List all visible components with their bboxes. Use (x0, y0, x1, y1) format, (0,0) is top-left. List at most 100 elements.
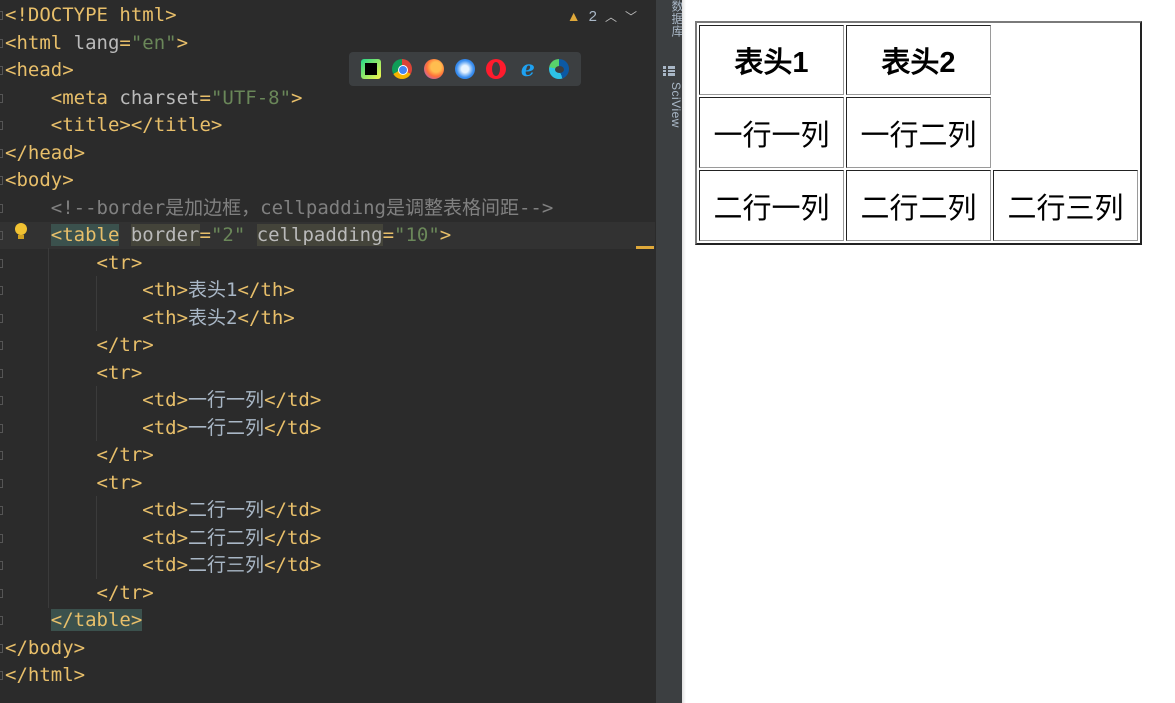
code-token: <td> (142, 554, 189, 576)
fold-marker[interactable] (0, 38, 3, 48)
fold-marker[interactable] (0, 451, 3, 460)
table-row: 表头1 表头2 (699, 25, 1138, 95)
code-line[interactable]: <!DOCTYPE html> (0, 2, 655, 29)
opera-icon[interactable] (486, 59, 507, 79)
code-text: <meta charset="UTF-8"> (5, 85, 303, 112)
code-line[interactable]: <tr> (0, 360, 655, 387)
fold-marker[interactable] (0, 176, 3, 185)
code-text: <!DOCTYPE html> (5, 2, 177, 29)
code-editor[interactable]: <!DOCTYPE html> <html lang="en"> <head> <m… (0, 0, 655, 703)
code-line[interactable]: <table border="2" cellpadding="10"> (0, 222, 655, 249)
fold-marker[interactable] (0, 121, 3, 130)
code-token: </td> (264, 554, 322, 576)
code-text: <td>二行三列</td> (5, 552, 321, 579)
edge-icon[interactable] (549, 59, 570, 79)
code-token: <title></title> (50, 114, 223, 136)
code-token: 表头1 (188, 279, 238, 301)
fold-marker[interactable] (0, 561, 3, 570)
code-line[interactable]: <th>表头2</th> (0, 305, 655, 332)
table-cell: 一行一列 (699, 97, 844, 168)
sciview-icon[interactable] (663, 66, 675, 76)
code-line[interactable]: </table> (0, 607, 655, 634)
fold-marker[interactable] (0, 671, 3, 680)
code-text: </body> (5, 635, 85, 662)
code-line[interactable]: <td>一行二列</td> (0, 415, 655, 442)
fold-marker[interactable] (0, 66, 3, 75)
table-cell: 二行二列 (846, 170, 991, 241)
fold-marker[interactable] (0, 396, 3, 405)
inspection-widget[interactable]: ▲ 2 ︿ ﹀ (567, 6, 637, 26)
code-token: = (199, 224, 211, 246)
fold-marker[interactable] (0, 506, 3, 515)
code-line[interactable]: <body> (0, 167, 655, 194)
chrome-icon[interactable] (392, 59, 413, 79)
right-tool-strip: 数据库 SciView (655, 0, 684, 703)
panel-shadow (682, 0, 686, 703)
code-line[interactable]: <meta charset="UTF-8"> (0, 85, 655, 112)
code-line[interactable]: </head> (0, 140, 655, 167)
code-text: <td>一行一列</td> (5, 387, 321, 414)
fold-marker[interactable] (0, 203, 3, 213)
ie-icon[interactable]: e (518, 58, 538, 80)
code-line[interactable]: </html> (0, 662, 655, 689)
code-line[interactable]: </tr> (0, 580, 655, 607)
code-token: = (382, 224, 395, 246)
fold-marker[interactable] (0, 258, 3, 268)
fold-marker[interactable] (0, 533, 3, 543)
code-line[interactable]: </tr> (0, 332, 655, 359)
code-token: <tr> (96, 251, 143, 274)
fold-marker[interactable] (0, 341, 3, 350)
fold-marker[interactable] (0, 11, 3, 20)
code-token: </tr> (96, 334, 154, 356)
fold-marker[interactable] (0, 588, 3, 598)
warning-icon[interactable]: ▲ (567, 8, 581, 24)
fold-marker[interactable] (0, 313, 3, 323)
lightbulb-icon[interactable] (15, 223, 27, 239)
code-token: <td> (142, 389, 189, 411)
warning-count[interactable]: 2 (589, 8, 597, 25)
code-token: </html> (5, 664, 86, 686)
code-token: <th> (142, 279, 189, 301)
code-token: <table (50, 224, 120, 246)
code-line[interactable]: <tr> (0, 470, 655, 497)
chevron-up-icon[interactable]: ︿ (605, 8, 617, 25)
fold-marker[interactable] (0, 423, 3, 433)
code-line[interactable]: <tr> (0, 250, 655, 277)
code-line[interactable]: </body> (0, 635, 655, 662)
code-line[interactable]: <td>二行三列</td> (0, 552, 655, 579)
fold-marker[interactable] (0, 616, 3, 625)
firefox-icon[interactable] (423, 59, 444, 79)
code-line[interactable]: <td>二行二列</td> (0, 525, 655, 552)
code-line[interactable]: <td>二行一列</td> (0, 497, 655, 524)
code-token: lang (73, 31, 120, 54)
code-line[interactable]: <th>表头1</th> (0, 277, 655, 304)
code-token: <tr> (96, 471, 143, 494)
code-text: <tr> (5, 250, 143, 277)
chevron-down-icon[interactable]: ﹀ (625, 8, 637, 25)
code-text: <head> (5, 57, 74, 84)
safari-icon[interactable] (454, 59, 475, 79)
code-token: <html (5, 31, 74, 54)
code-token: <th> (142, 306, 189, 329)
fold-marker[interactable] (0, 368, 3, 378)
sciview-tab[interactable]: SciView (669, 82, 683, 128)
fold-marker[interactable] (0, 478, 3, 488)
code-token: <!--border是加边框，cellpadding是调整表格间距--> (50, 196, 554, 219)
code-line[interactable]: <td>一行一列</td> (0, 387, 655, 414)
code-line[interactable]: <title></title> (0, 112, 655, 139)
code-line[interactable]: <!--border是加边框，cellpadding是调整表格间距--> (0, 195, 655, 222)
pycharm-icon[interactable] (360, 59, 381, 79)
fold-marker[interactable] (0, 93, 3, 103)
fold-marker[interactable] (0, 231, 3, 240)
fold-marker[interactable] (0, 148, 3, 158)
code-line[interactable]: </tr> (0, 442, 655, 469)
fold-marker[interactable] (0, 286, 3, 295)
fold-marker[interactable] (0, 643, 3, 653)
code-text: <!--border是加边框，cellpadding是调整表格间距--> (5, 195, 554, 222)
